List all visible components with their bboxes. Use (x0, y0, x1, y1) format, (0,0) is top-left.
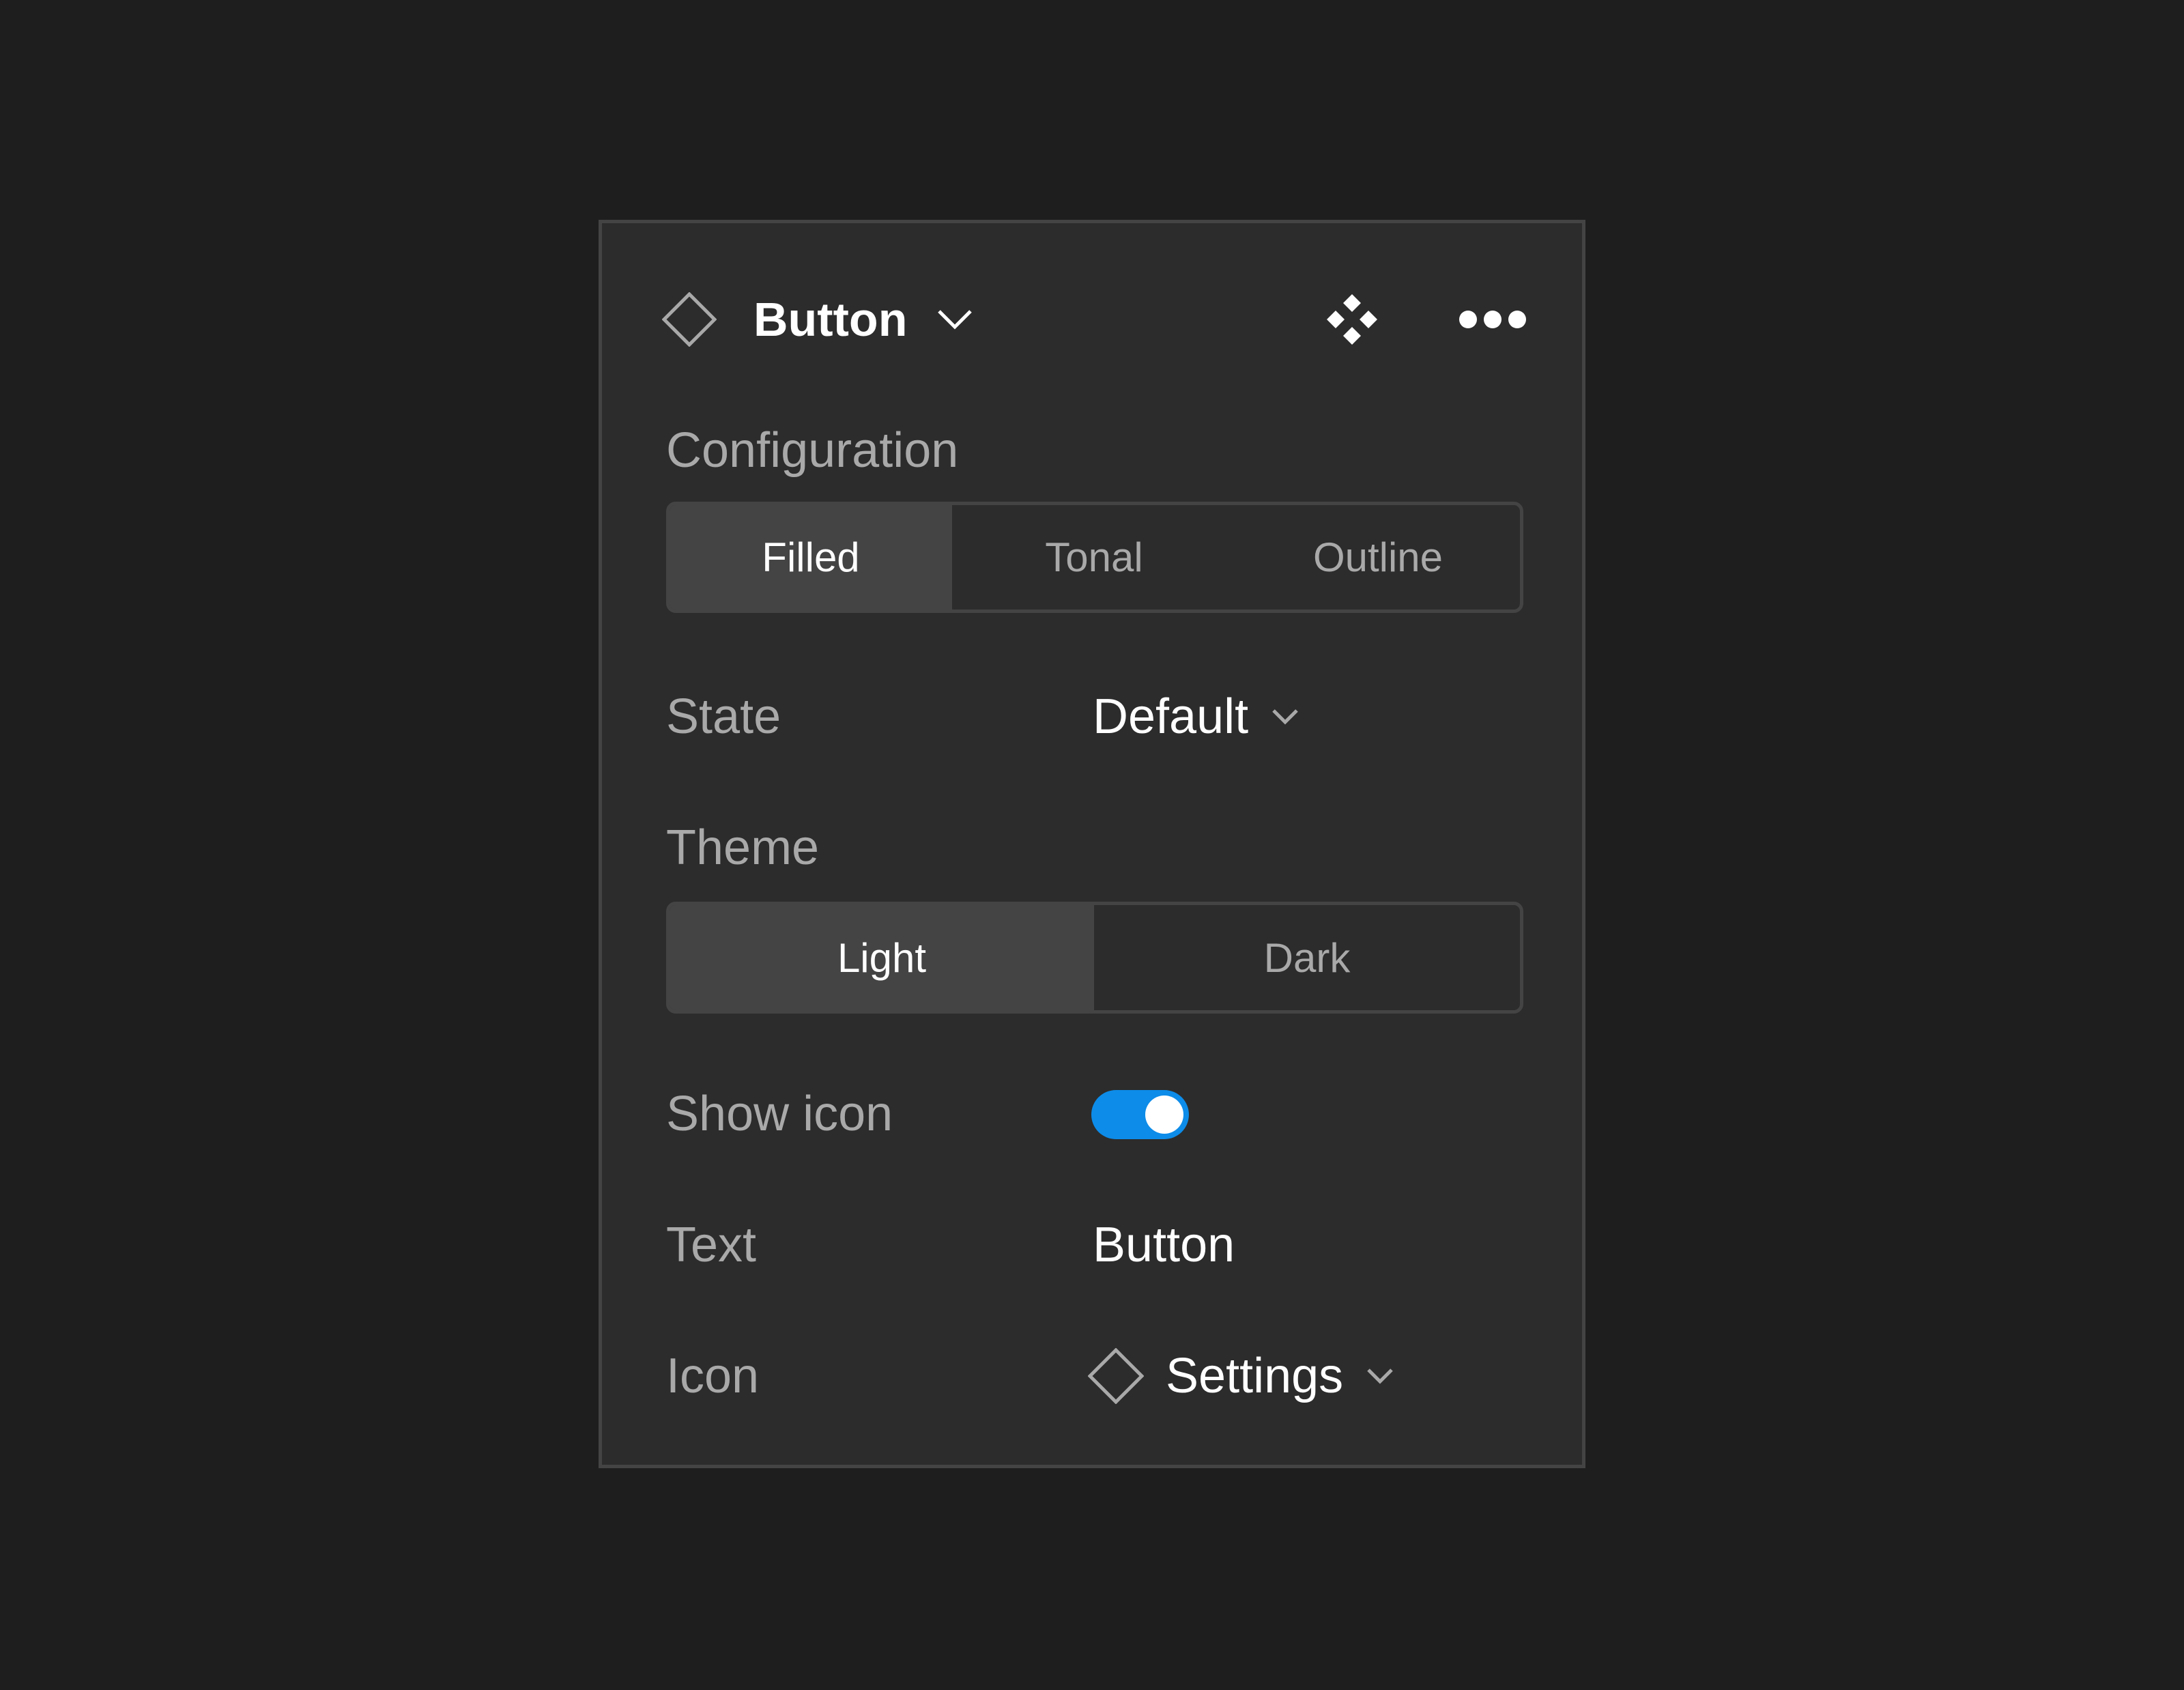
more-icon[interactable] (1459, 306, 1527, 333)
configuration-option-outline[interactable]: Outline (1236, 505, 1520, 610)
show-icon-toggle[interactable] (1091, 1090, 1189, 1139)
diamond-outline-icon (662, 292, 717, 347)
chevron-down-icon (1271, 708, 1299, 725)
toggle-knob (1145, 1095, 1183, 1134)
icon-value: Settings (1166, 1349, 1344, 1403)
theme-label: Theme (666, 820, 820, 875)
state-value: Default (1093, 689, 1249, 744)
state-label: State (666, 689, 781, 744)
component-icon[interactable] (1327, 294, 1377, 345)
text-value-field[interactable]: Button (1093, 1220, 1235, 1270)
text-label: Text (666, 1218, 757, 1272)
chevron-down-icon (1366, 1368, 1394, 1384)
component-title: Button (753, 293, 908, 346)
diamond-outline-icon (1088, 1348, 1144, 1404)
configuration-option-filled[interactable]: Filled (670, 505, 952, 610)
configuration-segmented-control: Filled Tonal Outline (666, 502, 1523, 613)
state-dropdown[interactable]: Default (1093, 692, 1299, 741)
properties-panel: Button Configuration Filled Tonal Outlin… (599, 220, 1585, 1468)
configuration-option-tonal[interactable]: Tonal (952, 505, 1236, 610)
theme-option-light[interactable]: Light (670, 905, 1094, 1010)
show-icon-label: Show icon (666, 1087, 893, 1141)
theme-option-dark[interactable]: Dark (1094, 905, 1520, 1010)
configuration-label: Configuration (666, 423, 959, 478)
component-name-dropdown[interactable]: Button (753, 292, 973, 347)
theme-segmented-control: Light Dark (666, 902, 1523, 1014)
chevron-down-icon (937, 309, 973, 330)
icon-dropdown[interactable]: Settings (1088, 1348, 1394, 1404)
icon-label: Icon (666, 1349, 760, 1403)
